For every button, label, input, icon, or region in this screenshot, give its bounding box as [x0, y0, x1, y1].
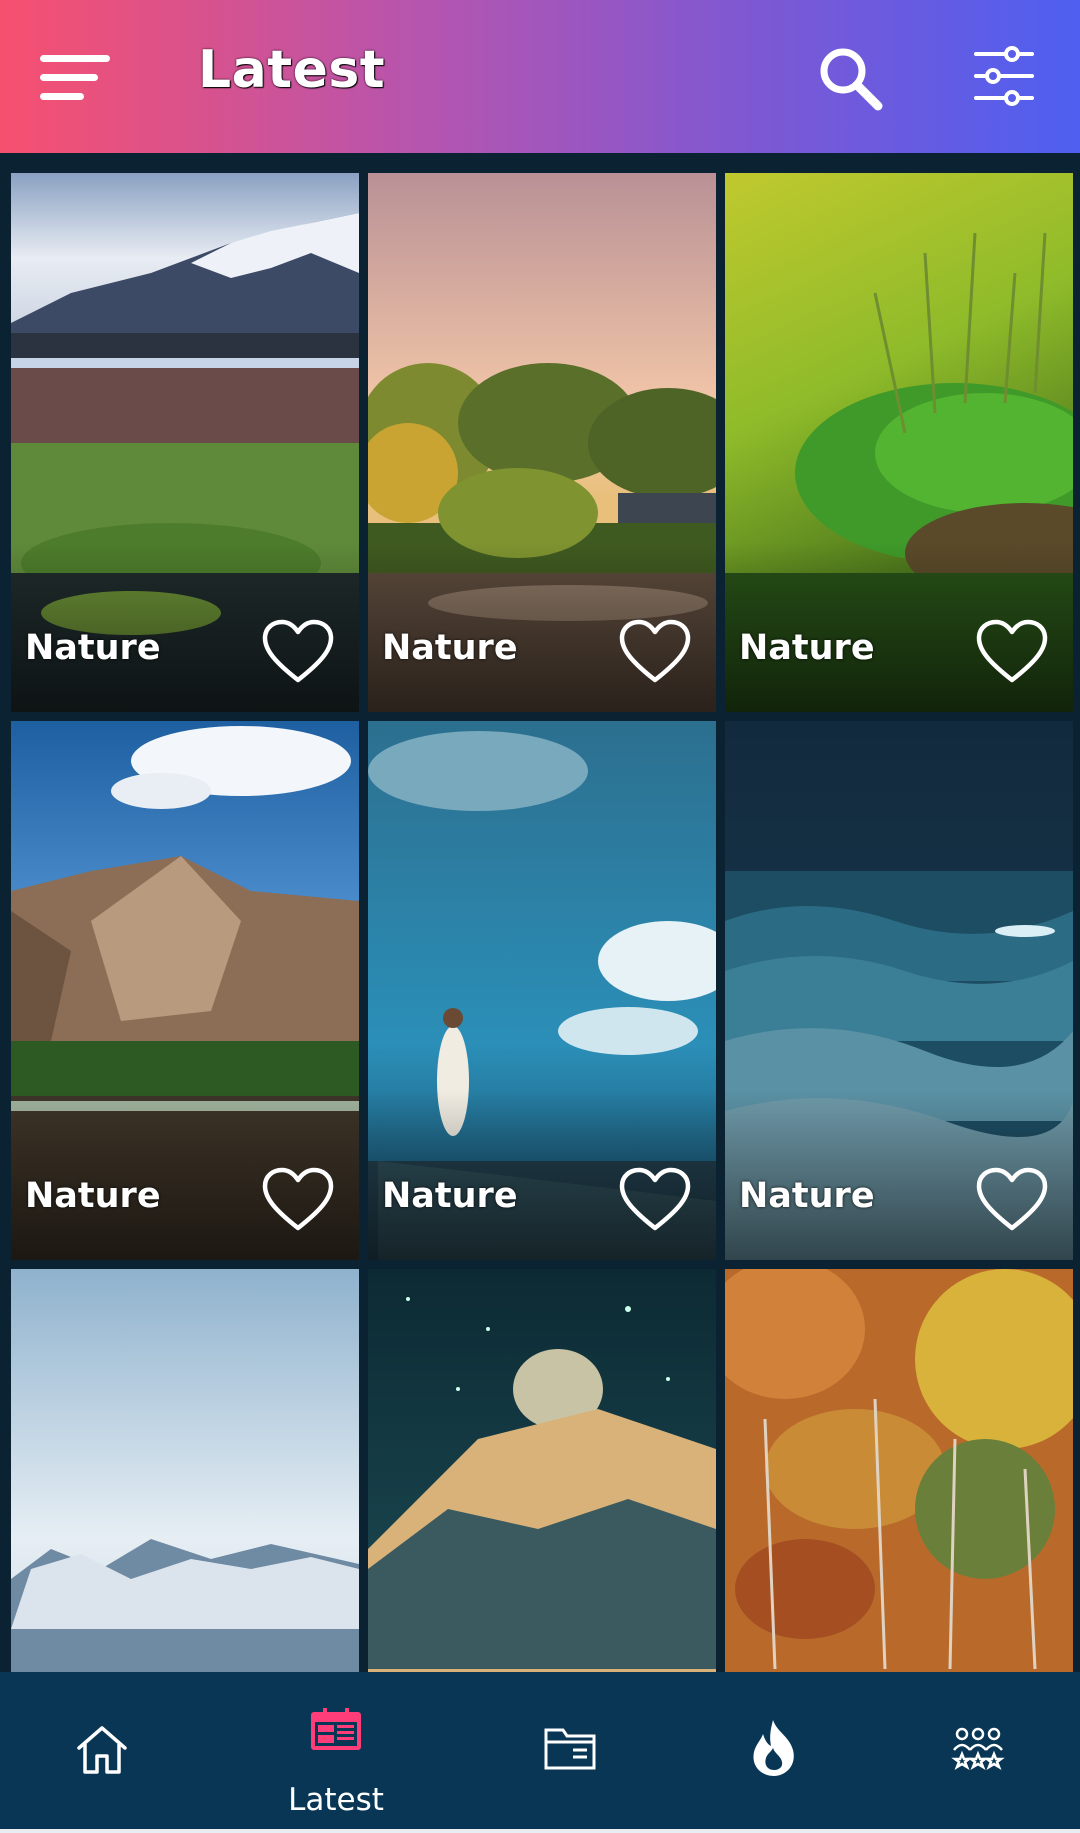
- folder-icon: [544, 1728, 596, 1770]
- heart-icon[interactable]: [261, 618, 335, 684]
- search-button[interactable]: [816, 44, 884, 112]
- nav-item-popular[interactable]: [704, 1672, 844, 1833]
- wallpaper-tile[interactable]: Nature: [725, 173, 1073, 712]
- tile-category-label: Nature: [25, 1176, 161, 1216]
- filter-button[interactable]: [972, 44, 1036, 108]
- users-stars-icon: [951, 1727, 1005, 1770]
- wallpaper-tile[interactable]: Nature: [725, 721, 1073, 1260]
- heart-icon[interactable]: [618, 618, 692, 684]
- menu-button[interactable]: [40, 50, 112, 104]
- app-screen: Latest Nature Nature Nature Nature Natur…: [0, 0, 1080, 1833]
- tile-category-label: Nature: [382, 628, 518, 668]
- menu-icon: [40, 55, 110, 62]
- top-app-bar: Latest: [0, 0, 1080, 153]
- calendar-icon: [311, 1708, 361, 1750]
- nav-item-home[interactable]: [32, 1672, 172, 1833]
- bottom-navigation: Latest: [0, 1672, 1080, 1833]
- page-title: Latest: [198, 40, 386, 100]
- wallpaper-tile[interactable]: Nature: [368, 173, 716, 712]
- wallpaper-tile[interactable]: Nature: [368, 721, 716, 1260]
- nav-item-categories[interactable]: [500, 1672, 640, 1833]
- home-icon: [77, 1726, 127, 1774]
- heart-icon[interactable]: [261, 1166, 335, 1232]
- heart-icon[interactable]: [975, 1166, 1049, 1232]
- tile-category-label: Nature: [25, 628, 161, 668]
- heart-icon[interactable]: [618, 1166, 692, 1232]
- nav-item-latest[interactable]: Latest: [266, 1672, 406, 1833]
- tile-category-label: Nature: [739, 1176, 875, 1216]
- heart-icon[interactable]: [975, 618, 1049, 684]
- sliders-icon: [974, 46, 1034, 106]
- tile-category-label: Nature: [739, 628, 875, 668]
- nav-item-featured[interactable]: [908, 1672, 1048, 1833]
- nav-label-latest: Latest: [288, 1782, 384, 1818]
- tile-category-label: Nature: [382, 1176, 518, 1216]
- gesture-bar-divider: [0, 1829, 1080, 1833]
- wallpaper-tile[interactable]: Nature: [11, 173, 359, 712]
- wallpaper-tile[interactable]: Nature: [11, 721, 359, 1260]
- search-icon: [820, 48, 883, 111]
- fire-icon: [753, 1720, 794, 1776]
